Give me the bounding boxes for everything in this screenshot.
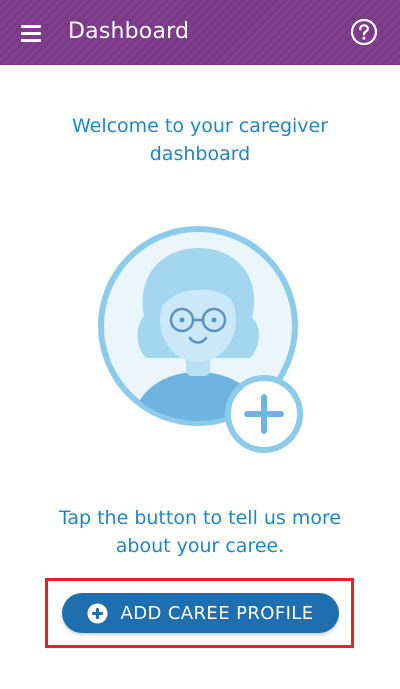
hamburger-menu-icon — [21, 25, 41, 42]
welcome-heading: Welcome to your caregiver dashboard — [71, 115, 329, 165]
page-title: Dashboard — [68, 19, 190, 44]
instruction-text: Tap the button to tell us more about you… — [58, 507, 342, 557]
add-caree-profile-label: ADD CAREE PROFILE — [120, 602, 314, 624]
app-bar: Dashboard — [0, 0, 400, 65]
caree-illustration — [86, 224, 310, 464]
menu-button[interactable] — [20, 20, 54, 46]
help-question-icon — [350, 18, 378, 46]
help-button[interactable] — [350, 18, 378, 46]
caree-avatar-add-icon — [98, 226, 303, 453]
plus-circle-icon — [87, 603, 108, 624]
add-caree-profile-button[interactable]: ADD CAREE PROFILE — [62, 593, 339, 633]
